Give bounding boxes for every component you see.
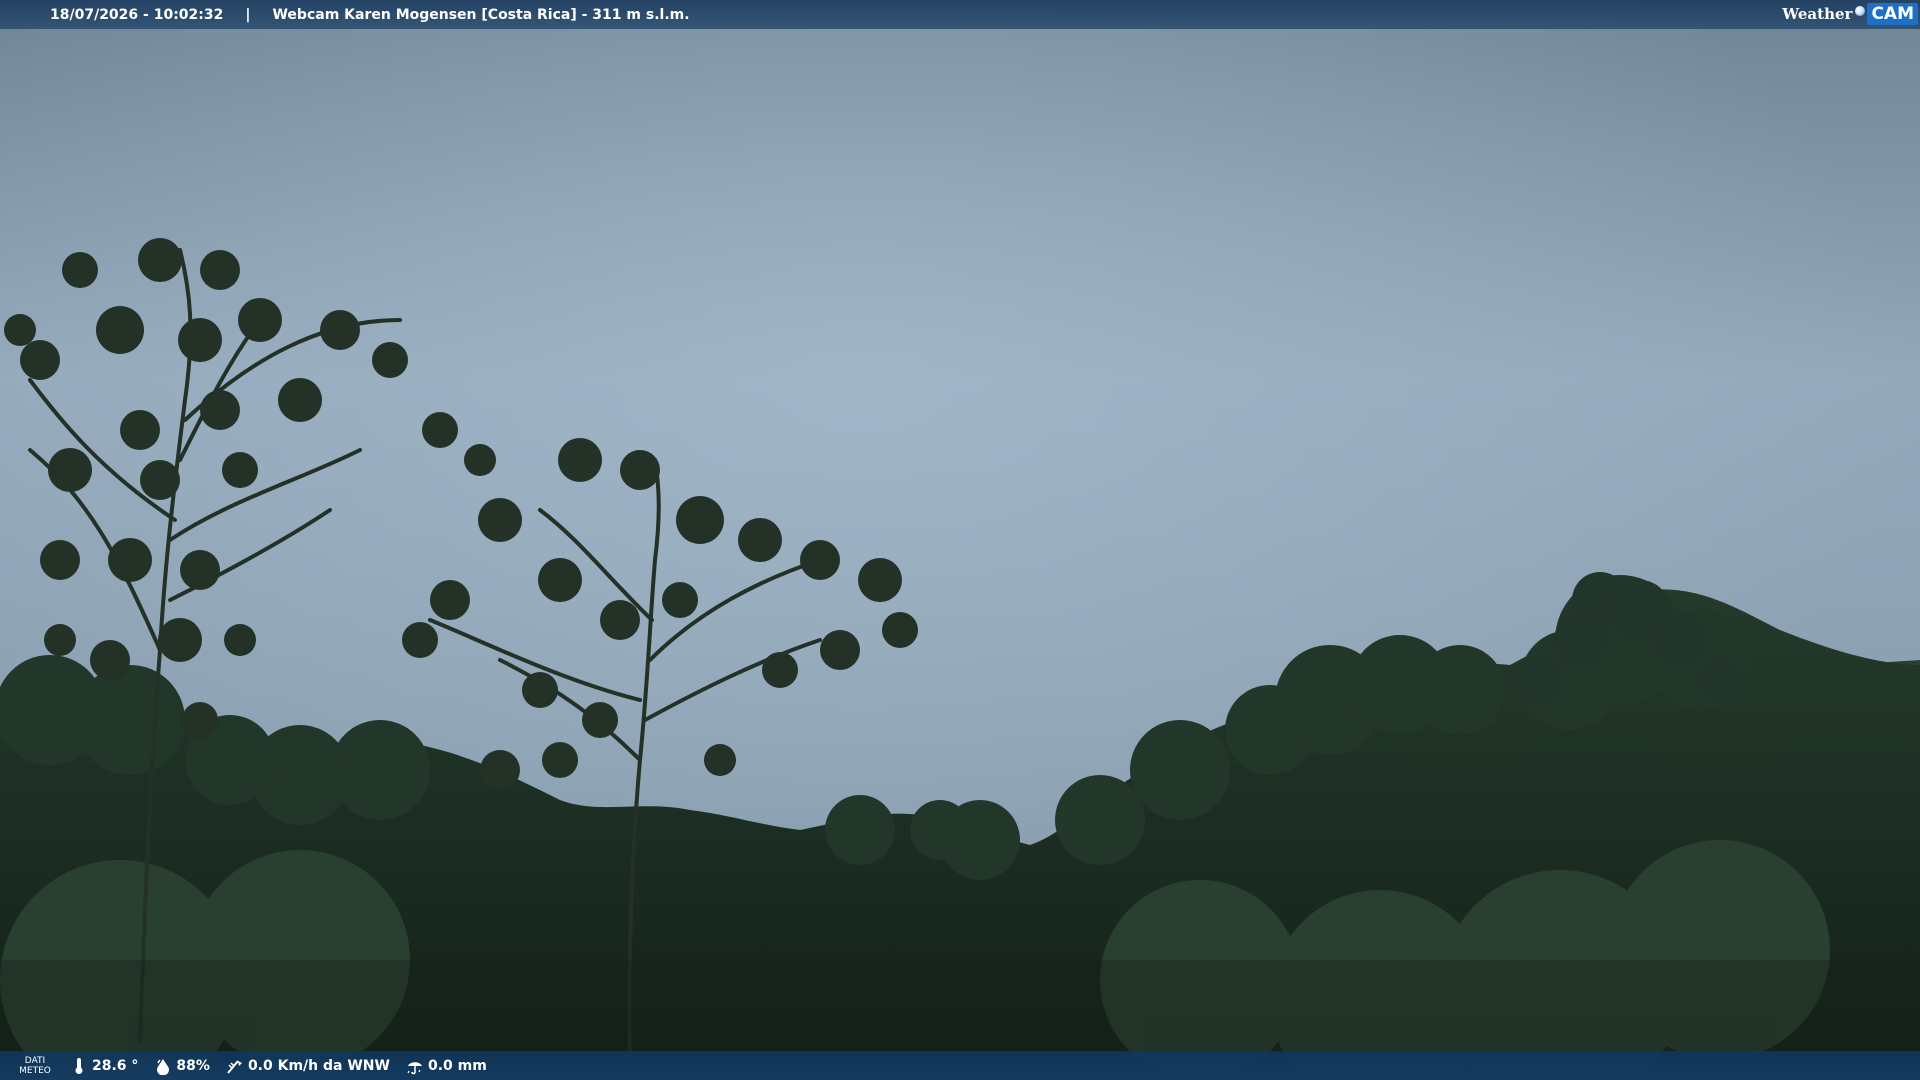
temperature-metric: 28.6 ° — [70, 1057, 138, 1075]
humidity-value: 88% — [176, 1057, 210, 1074]
humidity-icon — [157, 1058, 170, 1075]
weathercam-logo: Weather CAM — [1782, 2, 1918, 26]
webcam-image — [0, 0, 1920, 1080]
dati-label: DATI — [24, 1055, 46, 1066]
datetime-label: 18/07/2026 - 10:02:32 — [50, 6, 224, 23]
webcam-frame: 18/07/2026 - 10:02:32 | Webcam Karen Mog… — [0, 0, 1920, 1080]
humidity-metric: 88% — [154, 1057, 210, 1075]
separator: | — [245, 6, 251, 23]
meteo-label: METEO — [19, 1065, 51, 1076]
webcam-title: Webcam Karen Mogensen [Costa Rica] - 311… — [272, 6, 690, 23]
logo-dot-icon — [1855, 6, 1866, 16]
wind-icon — [227, 1059, 242, 1074]
temperature-value: 28.6 ° — [92, 1057, 139, 1074]
info-bar-bottom: DATI METEO 28.6 ° 88% 0.0 Km/h da WNW 0.… — [0, 1051, 1920, 1080]
info-bar-top: 18/07/2026 - 10:02:32 | Webcam Karen Mog… — [0, 0, 1920, 29]
rain-value: 0.0 mm — [427, 1057, 487, 1074]
wind-value: 0.0 Km/h da WNW — [247, 1057, 390, 1074]
logo-text-weather: Weather — [1782, 5, 1853, 23]
logo-text-cam: CAM — [1867, 3, 1918, 25]
rain-metric: 0.0 mm — [406, 1057, 487, 1075]
thermometer-icon — [75, 1057, 83, 1074]
rain-icon — [407, 1061, 422, 1074]
wind-metric: 0.0 Km/h da WNW — [226, 1057, 390, 1075]
dati-meteo-label: DATI METEO — [0, 1056, 70, 1076]
